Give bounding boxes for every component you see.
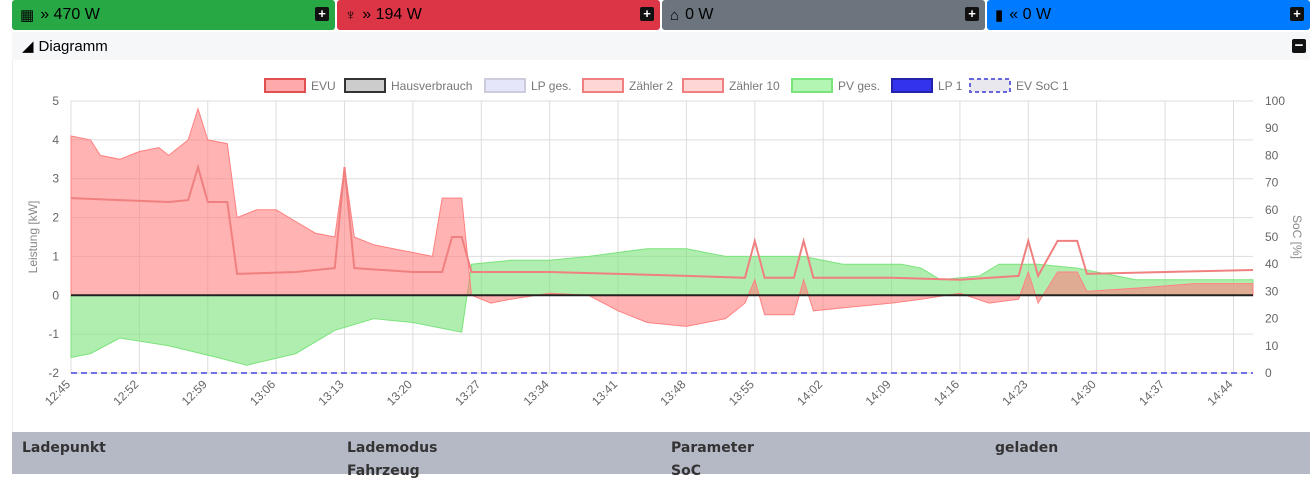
col-geladen: geladen — [995, 440, 1059, 456]
y-tick-label: 4 — [52, 133, 59, 147]
col-lademodus: Lademodus — [347, 440, 438, 456]
legend-label: LP ges. — [531, 79, 571, 93]
chart: 5 4 3 2 1 0 -1 -2 100 90 80 70 60 50 40 30 20 10 0 12:45 12:… — [12, 60, 1310, 432]
x-tick-label: 13:34 — [521, 377, 552, 408]
expand-icon[interactable]: + — [965, 7, 979, 21]
pv-value: 470 W — [53, 6, 100, 23]
x-tick-label: 13:41 — [589, 377, 620, 408]
col-ladepunkt: Ladepunkt — [22, 440, 106, 456]
x-tick-label: 12:59 — [179, 377, 210, 408]
legend-label: Zähler 10 — [729, 79, 780, 93]
house-icon: ⌂ — [670, 6, 680, 24]
y-tick-label: 3 — [52, 172, 59, 186]
col-parameter: Parameter — [671, 440, 754, 456]
battery-value: 0 W — [1022, 6, 1052, 23]
battery-icon: ▮ — [995, 7, 1004, 24]
chart-svg: 543210-1-2100908070605040302010012:45 12:… — [26, 78, 1304, 408]
y-tick-label: -1 — [48, 327, 59, 341]
y2-tick-label: 100 — [1265, 94, 1285, 108]
x-tick-label: 12:45 — [42, 377, 73, 408]
y2-tick-label: 10 — [1265, 339, 1279, 353]
section-title: Diagramm — [38, 37, 108, 55]
legend-label: EV SoC 1 — [1016, 79, 1069, 93]
x-tick-label: 12:52 — [110, 377, 141, 408]
collapse-icon[interactable]: − — [1292, 38, 1306, 53]
y2-tick-label: 90 — [1265, 121, 1279, 135]
x-tick-label: 13:27 — [452, 377, 483, 408]
x-tick-label: 14:30 — [1068, 377, 1099, 408]
expand-icon[interactable]: + — [315, 7, 329, 21]
grid-tile[interactable]: ♆ » 194 W + — [337, 0, 660, 30]
house-tile[interactable]: ⌂ 0 W + — [662, 0, 985, 30]
y-tick-label: 2 — [52, 211, 59, 225]
expand-icon[interactable]: + — [640, 7, 654, 21]
col-fahrzeug: Fahrzeug — [347, 463, 420, 479]
legend-swatch — [969, 78, 1011, 93]
y2-tick-label: 0 — [1265, 366, 1272, 380]
legend-swatch — [682, 78, 724, 93]
legend-label: Zähler 2 — [629, 79, 673, 93]
y2-tick-label: 40 — [1265, 257, 1279, 271]
legend-swatch — [891, 78, 933, 93]
battery-tile[interactable]: ▮ « 0 W + — [987, 0, 1310, 30]
y-axis-title: Leistung [kW] — [26, 201, 40, 274]
y2-tick-label: 30 — [1265, 284, 1279, 298]
x-tick-label: 14:44 — [1204, 377, 1235, 408]
legend-swatch — [264, 78, 306, 93]
area-chart-icon: ◢ — [22, 38, 34, 55]
y-tick-label: 1 — [52, 249, 59, 263]
pv-tile[interactable]: ▦ » 470 W + — [12, 0, 335, 30]
x-tick-label: 13:20 — [384, 377, 415, 408]
x-tick-label: 14:02 — [794, 377, 825, 408]
x-tick-label: 13:13 — [316, 377, 347, 408]
power-tiles: ▦ » 470 W + ♆ » 194 W + ⌂ 0 W + ▮ « 0 W + — [12, 0, 1310, 30]
legend-label: PV ges. — [838, 79, 880, 93]
battery-arrow: « — [1009, 6, 1019, 23]
diagram-header[interactable]: ◢ Diagramm − — [12, 32, 1310, 60]
charge-table-header: Ladepunkt Lademodus Parameter geladen Fa… — [12, 432, 1310, 479]
y-tick-label: 0 — [52, 288, 59, 302]
col-soc: SoC — [671, 463, 701, 479]
x-tick-label: 13:55 — [726, 377, 757, 408]
y-tick-label: -2 — [48, 366, 59, 380]
legend-label: LP 1 — [938, 79, 963, 93]
x-tick-label: 13:48 — [657, 377, 688, 408]
legend-swatch — [791, 78, 833, 93]
legend-label: Hausverbrauch — [391, 79, 472, 93]
legend-label: EVU — [311, 79, 336, 93]
x-tick-label: 13:06 — [247, 377, 278, 408]
x-tick-label: 14:37 — [1136, 377, 1167, 408]
x-tick-label: 14:09 — [863, 377, 894, 408]
x-tick-label: 14:16 — [931, 377, 962, 408]
legend-swatch — [582, 78, 624, 93]
y2-tick-label: 80 — [1265, 148, 1279, 162]
y2-axis-title: SoC [%] — [1290, 215, 1304, 259]
y2-tick-label: 60 — [1265, 203, 1279, 217]
expand-icon[interactable]: + — [1290, 7, 1304, 21]
legend-swatch — [484, 78, 526, 93]
x-tick-label: 14:23 — [999, 377, 1030, 408]
y2-tick-label: 70 — [1265, 176, 1279, 190]
pv-arrow: » — [40, 6, 50, 23]
y-tick-label: 5 — [52, 94, 59, 108]
y2-tick-label: 20 — [1265, 312, 1279, 326]
house-value: 0 W — [685, 6, 714, 23]
legend-swatch — [344, 78, 386, 93]
grid-value: 194 W — [375, 6, 422, 23]
grid-arrow: » — [362, 6, 372, 23]
solar-panel-icon: ▦ — [20, 7, 35, 24]
power-tower-icon: ♆ — [345, 6, 357, 24]
y2-tick-label: 50 — [1265, 230, 1279, 244]
